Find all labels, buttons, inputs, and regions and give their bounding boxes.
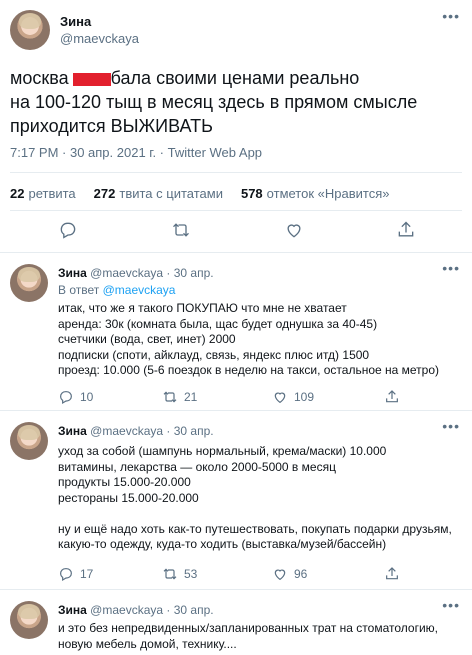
avatar[interactable] — [10, 10, 50, 50]
likes-stat[interactable]: 578 отметок «Нравится» — [241, 186, 390, 201]
reply-text-line: продукты 15.000-20.000 — [58, 475, 191, 489]
reply-tweet[interactable]: Зина @maevckaya · 30 апр. ••• В ответ @m… — [0, 254, 472, 411]
author-handle[interactable]: @maevckaya — [90, 424, 163, 438]
like-icon[interactable] — [284, 220, 304, 240]
reply-text-line: витамины, лекарства — около 2000-5000 в … — [58, 459, 336, 474]
reply-tweet[interactable]: Зина @maevckaya · 30 апр. ••• и это без … — [0, 591, 472, 655]
retweets-stat[interactable]: 22 ретвита — [10, 186, 76, 201]
reply-header: Зина @maevckaya · 30 апр. — [58, 424, 214, 438]
share-icon — [386, 567, 398, 580]
author-name[interactable]: Зина — [58, 603, 87, 617]
tweet-meta[interactable]: 7:17 PM · 30 апр. 2021 г. · Twitter Web … — [10, 145, 262, 160]
share-icon[interactable] — [396, 220, 416, 240]
reply-text-line: какую-то одежду, куда-то ходить (выставк… — [58, 537, 387, 551]
reply-icon — [60, 391, 72, 405]
retweet-count: 53 — [184, 567, 198, 581]
retweet-button[interactable]: 53 — [162, 566, 197, 582]
main-tweet: Зина @maevckaya ••• москва бала своими це… — [0, 0, 472, 253]
reply-text: итак, что же я такого ПОКУПАЮ что мне не… — [58, 301, 463, 379]
reply-text-line: подписки (споти, айклауд, связь, яндекс … — [58, 347, 370, 362]
share-icon — [386, 390, 398, 403]
tweet-text-line: на 100-120 тыщ в месяц здесь в прямом см… — [10, 92, 418, 112]
retweet-icon — [163, 391, 177, 403]
retweet-button[interactable]: 21 — [162, 389, 197, 405]
author-name[interactable]: Зина — [60, 14, 91, 29]
reply-text-line: ну и ещё надо хоть как-то путешествовать… — [58, 521, 452, 536]
retweet-icon — [163, 568, 177, 580]
avatar[interactable] — [10, 264, 48, 302]
author-handle[interactable]: @maevckaya — [90, 266, 163, 280]
reply-button[interactable]: 17 — [58, 566, 93, 582]
quotes-stat[interactable]: 272 твита с цитатами — [94, 186, 223, 201]
reply-text: и это без непредвиденных/запланированных… — [58, 621, 463, 652]
reply-count: 17 — [80, 567, 94, 581]
retweet-icon[interactable] — [171, 220, 191, 240]
tweet-text-line: бала своими ценами реально — [110, 68, 360, 88]
tweet-text-line: приходится ВЫЖИВАТЬ — [10, 116, 213, 136]
more-options-icon[interactable]: ••• — [442, 597, 460, 613]
tweet-stats: 22 ретвита 272 твита с цитатами 578 отметок… — [10, 186, 389, 201]
reply-header: Зина @maevckaya · 30 апр. — [58, 266, 214, 280]
like-icon — [274, 569, 286, 581]
reply-icon — [60, 568, 72, 582]
author-name[interactable]: Зина — [58, 266, 87, 280]
tweet-text-line: москва — [10, 68, 69, 88]
retweet-count: 21 — [184, 390, 198, 404]
like-icon — [274, 392, 286, 404]
divider — [10, 172, 462, 173]
divider — [10, 210, 462, 211]
more-options-icon[interactable]: ••• — [442, 260, 460, 276]
tweet-actions — [10, 220, 462, 246]
author-handle[interactable]: @maevckaya — [90, 603, 163, 617]
like-button[interactable]: 109 — [272, 389, 314, 405]
censor-bar — [72, 72, 111, 86]
reply-actions: 17 53 96 — [58, 566, 462, 584]
reply-text-line: итак, что же я такого ПОКУПАЮ что мне не… — [58, 301, 347, 315]
reply-actions: 10 21 109 — [58, 389, 462, 407]
more-options-icon[interactable]: ••• — [442, 8, 460, 24]
reply-text-line: новую мебель домой, технику.... — [58, 636, 237, 651]
reply-text-line: рестораны 15.000-20.000 — [58, 490, 199, 505]
share-button[interactable] — [384, 566, 400, 582]
author-handle[interactable]: @maevckaya — [60, 31, 139, 46]
reply-to-link[interactable]: @maevckaya — [103, 283, 176, 297]
reply-text-line: проезд: 10.000 (5-6 поездок в неделю на … — [58, 363, 440, 377]
reply-to: В ответ @maevckaya — [58, 283, 176, 297]
tweet-date[interactable]: · 30 апр. — [166, 603, 213, 617]
reply-button[interactable]: 10 — [58, 389, 93, 405]
like-count: 96 — [294, 567, 308, 581]
reply-text-line: уход за собой (шампунь нормальный, крема… — [58, 444, 387, 458]
like-count: 109 — [294, 390, 315, 404]
reply-text-line: и это без непредвиденных/запланированных… — [58, 621, 438, 635]
reply-header: Зина @maevckaya · 30 апр. — [58, 603, 214, 617]
reply-icon[interactable] — [58, 220, 78, 240]
avatar[interactable] — [10, 422, 48, 460]
tweet-text: москва бала своими ценами реально на 100-… — [10, 66, 460, 138]
reply-tweet[interactable]: Зина @maevckaya · 30 апр. ••• уход за со… — [0, 412, 472, 590]
like-button[interactable]: 96 — [272, 566, 307, 582]
reply-text-line — [58, 506, 463, 522]
reply-text: уход за собой (шампунь нормальный, крема… — [58, 444, 463, 553]
avatar[interactable] — [10, 601, 48, 639]
share-button[interactable] — [384, 389, 400, 405]
reply-text-line: аренда: 30к (комната была, щас будет одн… — [58, 316, 378, 331]
reply-count: 10 — [80, 390, 94, 404]
tweet-date[interactable]: · 30 апр. — [166, 424, 213, 438]
more-options-icon[interactable]: ••• — [442, 418, 460, 434]
reply-text-line: счетчики (вода, свет, инет) 2000 — [58, 332, 236, 346]
tweet-date[interactable]: · 30 апр. — [166, 266, 213, 280]
author-name[interactable]: Зина — [58, 424, 87, 438]
